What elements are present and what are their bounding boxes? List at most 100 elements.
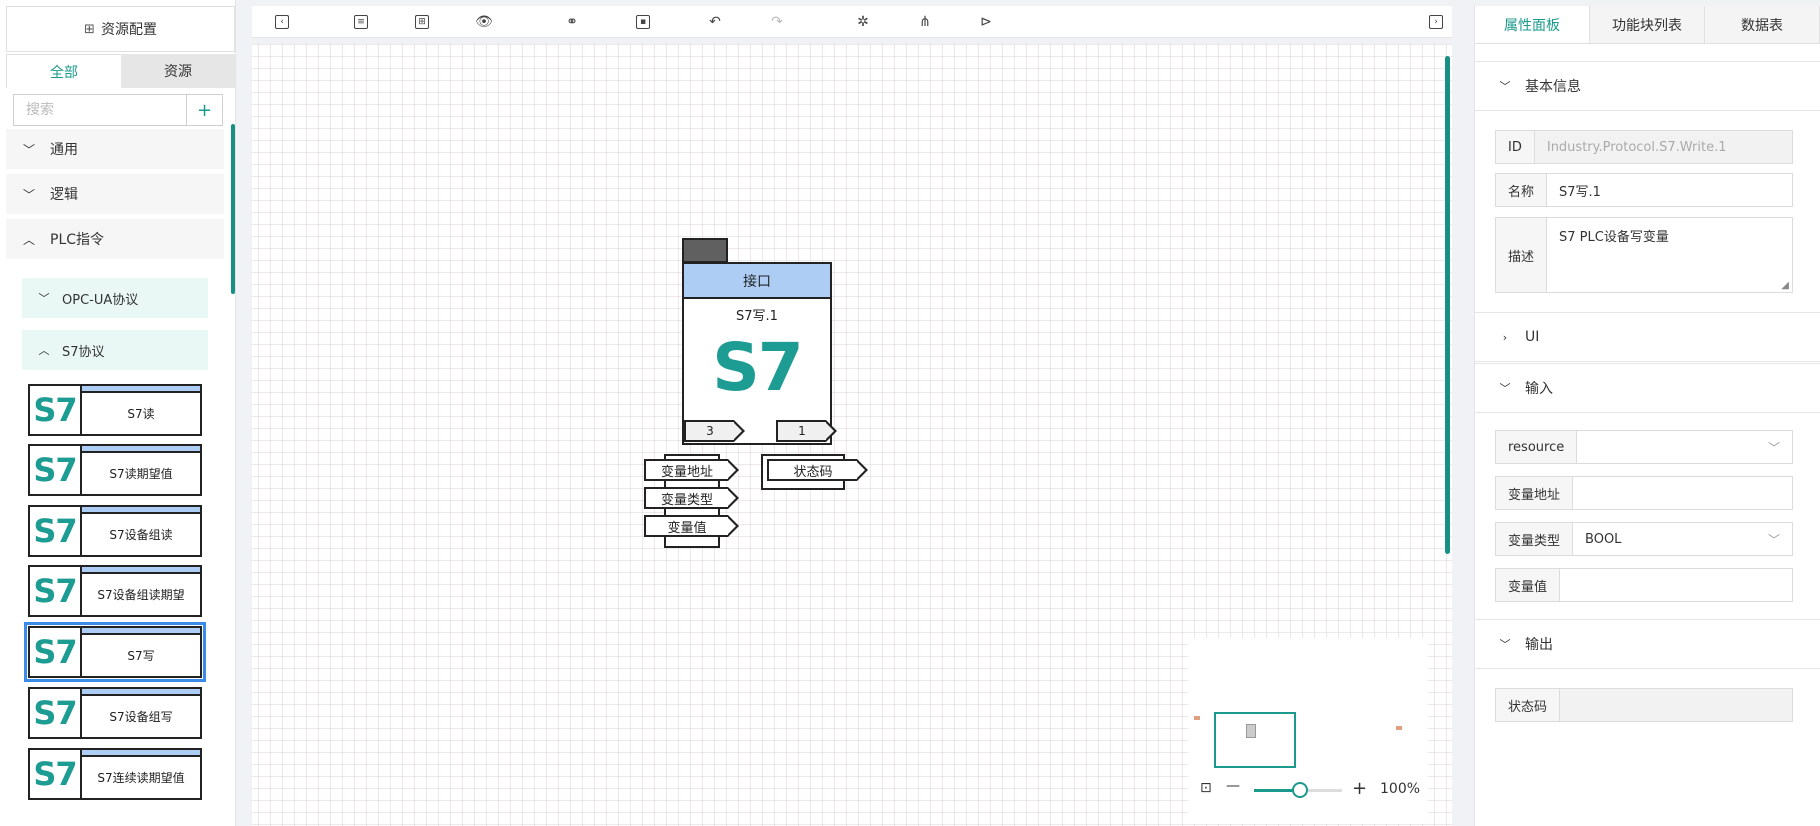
field-var-type[interactable]: 变量类型 BOOL ﹀ — [1495, 522, 1793, 556]
network-icon[interactable]: ⋔ — [917, 14, 933, 30]
resource-panel: ⊞ 资源配置 全部 资源 + ﹀ 通用 ﹀ 逻辑 ︿ PLC指令 ﹀ OPC-U… — [0, 0, 236, 826]
canvas-scrollbar[interactable] — [1445, 56, 1450, 554]
input-count-flag: 3 — [684, 420, 745, 442]
undo-icon[interactable]: ↶ — [707, 14, 723, 30]
block-label: S7设备组读 — [109, 528, 173, 542]
block-s7-read-expect[interactable]: S7 S7读期望值 — [28, 444, 202, 496]
status-code-value — [1560, 689, 1792, 721]
output-count: 1 — [798, 424, 806, 438]
s7-write-node[interactable]: 接口 S7写.1 S7 — [682, 262, 832, 445]
zoom-controls: ⊡ — + 100% — [1200, 778, 1420, 802]
search-row: + — [13, 94, 235, 126]
block-label: S7写 — [127, 649, 155, 663]
section-output[interactable]: ﹀ 输出 — [1475, 619, 1820, 669]
collapse-right-icon[interactable]: › — [1428, 14, 1444, 30]
zoom-in-icon[interactable]: + — [1352, 778, 1367, 799]
field-label: resource — [1496, 431, 1578, 463]
s7-logo: S7 — [30, 689, 82, 737]
s7-logo: S7 — [30, 750, 82, 798]
description-textarea[interactable]: S7 PLC设备写变量 ◢ — [1547, 218, 1792, 292]
subcategory-opcua[interactable]: ﹀ OPC-UA协议 — [22, 278, 208, 318]
subcategory-s7[interactable]: ︿ S7协议 — [22, 330, 208, 370]
block-s7-read[interactable]: S7 S7读 — [28, 384, 202, 436]
node-handle[interactable] — [682, 238, 728, 263]
link-icon[interactable]: ⚭ — [564, 14, 580, 30]
properties-panel: 属性面板 功能块列表 数据表 ﹀ 基本信息 ID Industry.Protoc… — [1474, 6, 1820, 826]
zoom-level: 100% — [1380, 781, 1421, 797]
block-s7-group-write[interactable]: S7 S7设备组写 — [28, 687, 202, 739]
var-value-input[interactable] — [1560, 569, 1792, 601]
resource-tabs: 全部 资源 — [6, 54, 235, 88]
section-basic-info[interactable]: ﹀ 基本信息 — [1475, 61, 1820, 111]
field-label: 状态码 — [1496, 689, 1561, 721]
minimap-viewport[interactable] — [1214, 712, 1296, 768]
name-input[interactable]: S7写.1 — [1547, 174, 1792, 206]
input-port-var-type[interactable]: 变量类型 — [644, 487, 739, 509]
field-resource[interactable]: resource ﹀ — [1495, 430, 1793, 464]
var-type-select[interactable]: BOOL ﹀ — [1573, 523, 1792, 555]
block-s7-write[interactable]: S7 S7写 — [24, 622, 206, 682]
resource-config-icon: ⊞ — [84, 21, 95, 37]
left-scrollbar[interactable] — [231, 124, 235, 294]
chevron-down-icon: ﹀ — [38, 292, 50, 305]
field-var-address[interactable]: 变量地址 — [1495, 476, 1793, 510]
chevron-right-icon: › — [1502, 330, 1508, 344]
block-label: S7读期望值 — [109, 467, 173, 481]
chevron-down-icon: ﹀ — [22, 187, 35, 202]
fit-view-icon[interactable]: ⊡ — [1200, 780, 1212, 796]
chevron-down-icon: ﹀ — [22, 142, 35, 157]
field-label: 描述 — [1496, 218, 1548, 292]
zoom-slider-handle[interactable] — [1292, 782, 1308, 798]
field-id: ID Industry.Protocol.S7.Write.1 — [1495, 130, 1793, 164]
field-description[interactable]: 描述 S7 PLC设备写变量 ◢ — [1495, 217, 1793, 293]
flow-canvas[interactable]: 接口 S7写.1 S7 3 1 变量地址 变量类型 变量值 状态码 ⊡ — + … — [252, 44, 1452, 826]
id-value: Industry.Protocol.S7.Write.1 — [1534, 131, 1792, 163]
collapse-left-icon[interactable]: ‹ — [274, 14, 290, 30]
field-name[interactable]: 名称 S7写.1 — [1495, 173, 1793, 207]
settings-icon[interactable]: ≡ — [353, 14, 369, 30]
input-port-var-addr[interactable]: 变量地址 — [644, 459, 739, 481]
tab-all[interactable]: 全部 — [6, 54, 121, 88]
category-general[interactable]: ﹀ 通用 — [6, 129, 224, 169]
var-address-input[interactable] — [1573, 477, 1792, 509]
run-icon[interactable]: ⊳ — [978, 14, 994, 30]
block-s7-group-read-expect[interactable]: S7 S7设备组读期望 — [28, 565, 202, 617]
preview-icon[interactable]: 👁 — [475, 14, 493, 30]
input-port-var-val[interactable]: 变量值 — [644, 515, 739, 537]
tab-resource[interactable]: 资源 — [121, 54, 235, 88]
block-label: S7设备组写 — [109, 710, 173, 724]
block-s7-continuous-read-expect[interactable]: S7 S7连续读期望值 — [28, 748, 202, 800]
tab-function-blocks[interactable]: 功能块列表 — [1590, 6, 1705, 43]
section-input[interactable]: ﹀ 输入 — [1475, 363, 1820, 413]
minimap[interactable]: ⊡ — + 100% — [1188, 638, 1428, 824]
layout-icon[interactable]: ⊞ — [414, 14, 430, 30]
category-plc[interactable]: ︿ PLC指令 — [6, 219, 224, 259]
tab-data-table[interactable]: 数据表 — [1705, 6, 1820, 43]
zoom-out-icon[interactable]: — — [1226, 778, 1240, 794]
resource-panel-header: ⊞ 资源配置 — [6, 6, 235, 52]
right-tabs: 属性面板 功能块列表 数据表 — [1475, 6, 1820, 44]
category-logic[interactable]: ﹀ 逻辑 — [6, 174, 224, 214]
chevron-down-icon: ﹀ — [1499, 80, 1511, 93]
node-s7-logo: S7 — [712, 329, 803, 406]
chevron-up-icon: ︿ — [22, 232, 35, 247]
debug-icon[interactable]: ✲ — [855, 14, 871, 30]
resource-select[interactable]: ﹀ — [1577, 431, 1792, 463]
section-ui[interactable]: › UI — [1475, 312, 1820, 362]
section-title: 基本信息 — [1525, 79, 1581, 95]
block-s7-group-read[interactable]: S7 S7设备组读 — [28, 505, 202, 557]
editor-toolbar: ‹ ≡ ⊞ 👁 ⚭ ▪ ↶ ↷ ✲ ⋔ ⊳ › — [252, 6, 1452, 38]
s7-logo: S7 — [30, 567, 82, 615]
resize-handle-icon[interactable]: ◢ — [1781, 280, 1789, 291]
output-port-status[interactable]: 状态码 — [767, 459, 868, 481]
save-icon[interactable]: ▪ — [635, 14, 651, 30]
block-label: S7连续读期望值 — [97, 771, 185, 785]
search-input[interactable] — [13, 94, 187, 126]
field-label: 变量类型 — [1496, 523, 1574, 555]
add-button[interactable]: + — [187, 94, 223, 126]
field-label: ID — [1496, 131, 1535, 163]
s7-logo: S7 — [30, 386, 82, 434]
field-var-value[interactable]: 变量值 — [1495, 568, 1793, 602]
section-title: 输入 — [1525, 381, 1553, 397]
tab-properties[interactable]: 属性面板 — [1475, 6, 1590, 43]
